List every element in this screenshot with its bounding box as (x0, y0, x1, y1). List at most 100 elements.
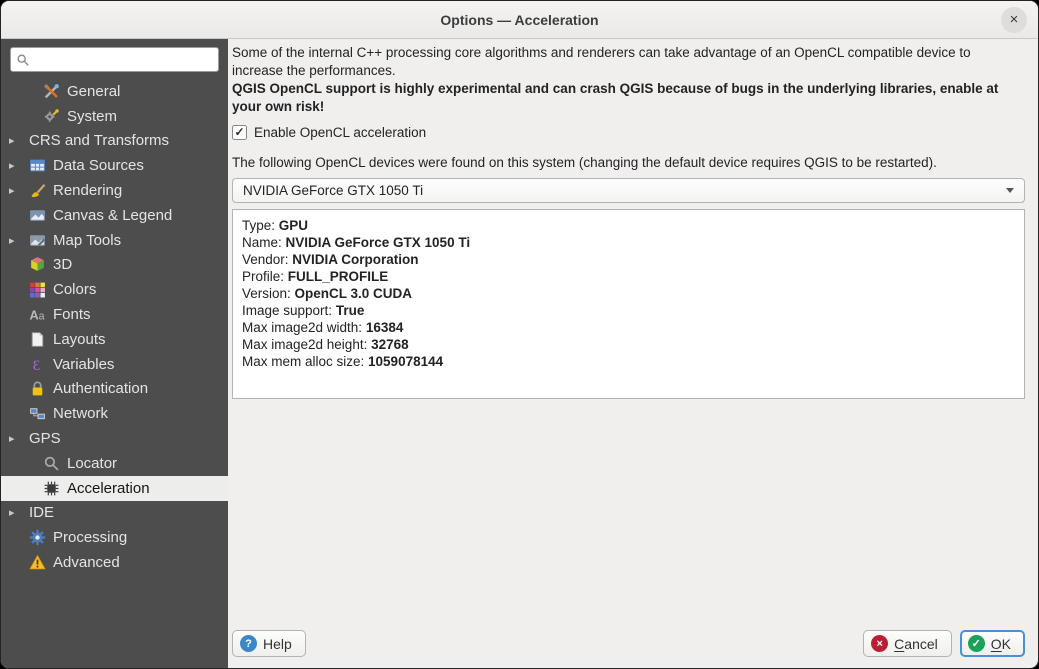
cube-3d-icon (29, 256, 46, 273)
expand-arrow-icon[interactable]: ▸ (9, 184, 29, 197)
cancel-icon: × (871, 635, 888, 652)
sidebar-item-label: Acceleration (67, 480, 150, 497)
table-icon (29, 157, 46, 174)
chevron-down-icon (1006, 188, 1014, 193)
device-info-line: Vendor: NVIDIA Corporation (242, 251, 1015, 268)
opencl-intro-text: Some of the internal C++ processing core… (232, 44, 1025, 80)
settings-sidebar: GeneralSystem▸CRS and Transforms▸Data So… (1, 39, 228, 668)
fonts-aa-icon: Aa (29, 306, 46, 323)
expand-arrow-icon[interactable]: ▸ (9, 432, 29, 445)
page-icon (29, 331, 46, 348)
network-icon (29, 405, 46, 422)
sidebar-item-label: Authentication (53, 380, 148, 397)
window-title: Options — Acceleration (440, 12, 598, 28)
sidebar-item-layouts[interactable]: Layouts (1, 327, 228, 352)
sidebar-item-label: Rendering (53, 182, 122, 199)
enable-opencl-checkbox[interactable]: ✓ (232, 125, 247, 140)
device-info-line: Profile: FULL_PROFILE (242, 268, 1015, 285)
help-button-label: Help (263, 636, 292, 652)
sidebar-item-network[interactable]: Network (1, 401, 228, 426)
sidebar-item-acceleration[interactable]: Acceleration (1, 476, 228, 501)
lock-icon (29, 380, 46, 397)
sidebar-item-label: CRS and Transforms (29, 132, 169, 149)
sidebar-item-label: Fonts (53, 306, 91, 323)
sidebar-item-colors[interactable]: Colors (1, 277, 228, 302)
ok-icon: ✓ (968, 635, 985, 652)
search-icon (16, 53, 30, 67)
sidebar-item-data-sources[interactable]: ▸ Data Sources (1, 153, 228, 178)
sidebar-item-label: Variables (53, 356, 114, 373)
chip-icon (43, 480, 60, 497)
search-box (10, 47, 219, 72)
sidebar-item-label: Layouts (53, 331, 106, 348)
blue-gear-icon (29, 529, 46, 546)
expand-arrow-icon[interactable]: ▸ (9, 134, 29, 147)
device-info-box: Type: GPUName: NVIDIA GeForce GTX 1050 T… (232, 209, 1025, 399)
sidebar-item-label: Locator (67, 455, 117, 472)
spacer (232, 399, 1025, 630)
enable-opencl-checkbox-row[interactable]: ✓ Enable OpenCL acceleration (232, 125, 1025, 140)
paintbrush-icon (29, 182, 46, 199)
sidebar-item-variables[interactable]: Ɛ Variables (1, 352, 228, 377)
sidebar-item-label: General (67, 83, 120, 100)
warning-icon (29, 554, 46, 571)
sidebar-item-rendering[interactable]: ▸ Rendering (1, 178, 228, 203)
sidebar-item-advanced[interactable]: Advanced (1, 550, 228, 575)
sidebar-item-label: Map Tools (53, 232, 121, 249)
device-info-line: Name: NVIDIA GeForce GTX 1050 Ti (242, 234, 1015, 251)
magnifier-icon (43, 455, 60, 472)
svg-text:A: A (30, 307, 39, 322)
titlebar: Options — Acceleration × (1, 1, 1038, 39)
crossed-tools-icon (43, 83, 60, 100)
expand-arrow-icon[interactable]: ▸ (9, 159, 29, 172)
opencl-device-selected: NVIDIA GeForce GTX 1050 Ti (243, 183, 423, 198)
sidebar-item-label: 3D (53, 256, 72, 273)
devices-found-text: The following OpenCL devices were found … (232, 155, 1025, 170)
device-info-line: Max image2d height: 32768 (242, 336, 1015, 353)
settings-tree: GeneralSystem▸CRS and Transforms▸Data So… (1, 79, 228, 668)
expand-arrow-icon[interactable]: ▸ (9, 234, 29, 247)
opencl-device-select[interactable]: NVIDIA GeForce GTX 1050 Ti (232, 178, 1025, 203)
sidebar-item-label: Advanced (53, 554, 120, 571)
sidebar-item-authentication[interactable]: Authentication (1, 377, 228, 402)
cancel-button[interactable]: × Cancel (863, 630, 952, 657)
sidebar-item-label: Colors (53, 281, 96, 298)
sidebar-item-label: Data Sources (53, 157, 144, 174)
help-button[interactable]: ? Help (232, 630, 306, 657)
close-button[interactable]: × (1001, 7, 1027, 33)
device-info-line: Version: OpenCL 3.0 CUDA (242, 285, 1015, 302)
dialog-body: GeneralSystem▸CRS and Transforms▸Data So… (1, 39, 1038, 668)
sidebar-item-label: Canvas & Legend (53, 207, 172, 224)
help-icon: ? (240, 635, 257, 652)
gear-wrench-icon (43, 108, 60, 125)
sidebar-item-3d[interactable]: 3D (1, 253, 228, 278)
sidebar-item-gps[interactable]: ▸GPS (1, 426, 228, 451)
sidebar-item-system[interactable]: System (1, 104, 228, 129)
expand-arrow-icon[interactable]: ▸ (9, 506, 29, 519)
options-dialog: Options — Acceleration × GeneralSystem▸C… (0, 0, 1039, 669)
map-canvas-icon (29, 207, 46, 224)
ok-button[interactable]: ✓ OK (960, 630, 1025, 657)
ok-button-label: OK (991, 636, 1011, 652)
device-info-line: Max mem alloc size: 1059078144 (242, 353, 1015, 370)
sidebar-item-ide[interactable]: ▸IDE (1, 501, 228, 526)
dialog-button-row: ? Help × Cancel ✓ OK (232, 630, 1025, 657)
color-palette-icon (29, 281, 46, 298)
sidebar-item-locator[interactable]: Locator (1, 451, 228, 476)
opencl-warning-text: QGIS OpenCL support is highly experiment… (232, 80, 1025, 116)
sidebar-item-general[interactable]: General (1, 79, 228, 104)
device-info-line: Image support: True (242, 302, 1015, 319)
acceleration-page: Some of the internal C++ processing core… (228, 39, 1038, 668)
sidebar-item-map-tools[interactable]: ▸ Map Tools (1, 228, 228, 253)
sidebar-item-canvas-legend[interactable]: Canvas & Legend (1, 203, 228, 228)
sidebar-item-processing[interactable]: Processing (1, 525, 228, 550)
settings-search-input[interactable] (30, 52, 213, 67)
epsilon-icon: Ɛ (29, 356, 46, 373)
sidebar-item-crs-and-transforms[interactable]: ▸CRS and Transforms (1, 129, 228, 154)
sidebar-item-label: Processing (53, 529, 127, 546)
cancel-button-label: Cancel (894, 636, 938, 652)
map-tools-icon (29, 232, 46, 249)
sidebar-item-fonts[interactable]: Aa Fonts (1, 302, 228, 327)
device-info-line: Max image2d width: 16384 (242, 319, 1015, 336)
svg-text:Ɛ: Ɛ (33, 357, 40, 372)
